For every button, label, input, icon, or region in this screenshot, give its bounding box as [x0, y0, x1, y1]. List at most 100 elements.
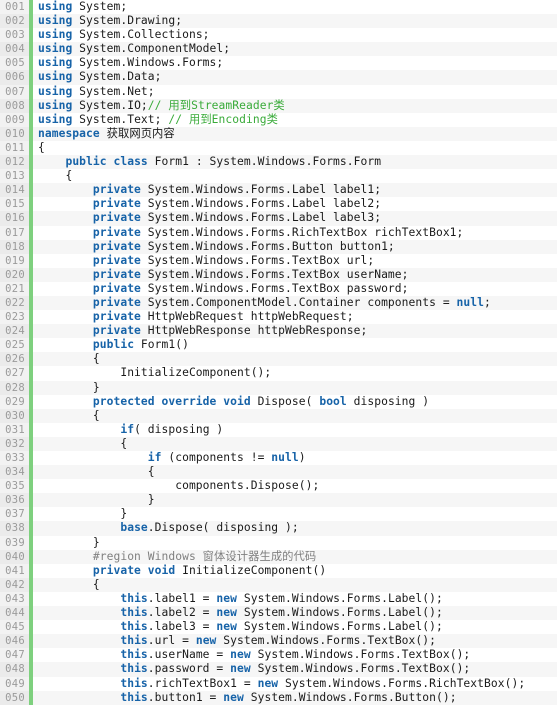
code-text[interactable]: {	[38, 465, 557, 479]
code-text[interactable]: private System.Windows.Forms.TextBox use…	[38, 268, 557, 282]
code-text[interactable]: private System.Windows.Forms.Label label…	[38, 183, 557, 197]
code-line[interactable]: 005 using System.Windows.Forms;	[0, 56, 557, 71]
code-line[interactable]: 048 this.password = new System.Windows.F…	[0, 662, 557, 677]
code-line[interactable]: 035 components.Dispose();	[0, 479, 557, 494]
code-text[interactable]: private HttpWebRequest httpWebRequest;	[38, 310, 557, 324]
code-text[interactable]: }	[38, 381, 557, 395]
code-text[interactable]: {	[38, 141, 557, 155]
code-text[interactable]: this.label2 = new System.Windows.Forms.L…	[38, 606, 557, 620]
code-text[interactable]: }	[38, 536, 557, 550]
code-text[interactable]: InitializeComponent();	[38, 366, 557, 380]
code-text[interactable]: private HttpWebResponse httpWebResponse;	[38, 324, 557, 338]
code-line[interactable]: 039 }	[0, 535, 557, 550]
code-text[interactable]: private System.Windows.Forms.RichTextBox…	[38, 226, 557, 240]
code-line[interactable]: 002 using System.Drawing;	[0, 14, 557, 29]
code-line[interactable]: 003 using System.Collections;	[0, 28, 557, 43]
code-text[interactable]: using System.Collections;	[38, 28, 557, 42]
code-line[interactable]: 012 public class Form1 : System.Windows.…	[0, 155, 557, 170]
code-line[interactable]: 046 this.url = new System.Windows.Forms.…	[0, 634, 557, 649]
code-text[interactable]: private System.Windows.Forms.TextBox pas…	[38, 282, 557, 296]
code-line[interactable]: 018 private System.Windows.Forms.Button …	[0, 239, 557, 254]
code-text[interactable]: namespace 获取网页内容	[38, 127, 557, 141]
code-viewer[interactable]: 001 using System; 002 using System.Drawing;…	[0, 0, 557, 705]
code-line[interactable]: 025 public Form1()	[0, 338, 557, 353]
code-text[interactable]: using System.ComponentModel;	[38, 42, 557, 56]
code-line[interactable]: 037 }	[0, 507, 557, 522]
code-line[interactable]: 015 private System.Windows.Forms.Label l…	[0, 197, 557, 212]
code-text[interactable]: components.Dispose();	[38, 479, 557, 493]
code-text[interactable]: this.button1 = new System.Windows.Forms.…	[38, 691, 557, 705]
code-text[interactable]: this.password = new System.Windows.Forms…	[38, 662, 557, 676]
code-text[interactable]: {	[38, 409, 557, 423]
code-text[interactable]: this.label1 = new System.Windows.Forms.L…	[38, 592, 557, 606]
code-text[interactable]: this.url = new System.Windows.Forms.Text…	[38, 634, 557, 648]
code-line[interactable]: 009 using System.Text; // 用到Encoding类	[0, 112, 557, 127]
code-line[interactable]: 024 private HttpWebResponse httpWebRespo…	[0, 324, 557, 339]
code-line[interactable]: 028 }	[0, 380, 557, 395]
code-text[interactable]: private System.Windows.Forms.Button butt…	[38, 240, 557, 254]
code-line[interactable]: 038 base.Dispose( disposing );	[0, 521, 557, 536]
code-line[interactable]: 016 private System.Windows.Forms.Label l…	[0, 211, 557, 226]
code-text[interactable]: public class Form1 : System.Windows.Form…	[38, 155, 557, 169]
code-text[interactable]: using System.Windows.Forms;	[38, 56, 557, 70]
code-line[interactable]: 044 this.label2 = new System.Windows.For…	[0, 606, 557, 621]
code-text[interactable]: using System.Data;	[38, 70, 557, 84]
code-line[interactable]: 004 using System.ComponentModel;	[0, 42, 557, 57]
code-text[interactable]: private System.Windows.Forms.Label label…	[38, 211, 557, 225]
code-line[interactable]: 041 private void InitializeComponent()	[0, 563, 557, 578]
code-line[interactable]: 011 {	[0, 140, 557, 156]
code-text[interactable]: private System.Windows.Forms.TextBox url…	[38, 254, 557, 268]
code-text[interactable]: this.richTextBox1 = new System.Windows.F…	[38, 677, 557, 691]
code-line[interactable]: 050 this.button1 = new System.Windows.Fo…	[0, 690, 557, 705]
code-text[interactable]: using System.Drawing;	[38, 14, 557, 28]
code-line[interactable]: 049 this.richTextBox1 = new System.Windo…	[0, 676, 557, 691]
code-text[interactable]: if( disposing )	[38, 423, 557, 437]
code-text[interactable]: public Form1()	[38, 338, 557, 352]
code-text[interactable]: using System.IO;// 用到StreamReader类	[38, 99, 557, 113]
code-line[interactable]: 027 InitializeComponent();	[0, 366, 557, 381]
code-line[interactable]: 022 private System.ComponentModel.Contai…	[0, 295, 557, 311]
code-line[interactable]: 033 if (components != null)	[0, 451, 557, 466]
code-line[interactable]: 034 {	[0, 465, 557, 480]
code-line[interactable]: 036 }	[0, 493, 557, 508]
code-text[interactable]: }	[38, 493, 557, 507]
code-text[interactable]: using System.Text; // 用到Encoding类	[38, 113, 557, 127]
code-text[interactable]: private System.ComponentModel.Container …	[38, 296, 557, 310]
code-line[interactable]: 042 {	[0, 577, 557, 592]
code-text[interactable]: this.userName = new System.Windows.Forms…	[38, 648, 557, 662]
code-text[interactable]: private void InitializeComponent()	[38, 564, 557, 578]
code-text[interactable]: {	[38, 169, 557, 183]
code-line[interactable]: 020 private System.Windows.Forms.TextBox…	[0, 267, 557, 282]
code-text[interactable]: }	[38, 507, 557, 521]
code-line[interactable]: 031 if( disposing )	[0, 422, 557, 437]
code-line[interactable]: 023 private HttpWebRequest httpWebReques…	[0, 310, 557, 325]
code-line[interactable]: 008 using System.IO;// 用到StreamReader类	[0, 98, 557, 113]
code-line[interactable]: 032 {	[0, 436, 557, 451]
code-line[interactable]: 017 private System.Windows.Forms.RichTex…	[0, 225, 557, 240]
code-text[interactable]: {	[38, 578, 557, 592]
code-line[interactable]: 040 #region Windows 窗体设计器生成的代码	[0, 549, 557, 564]
code-text[interactable]: {	[38, 437, 557, 451]
code-text[interactable]: this.label3 = new System.Windows.Forms.L…	[38, 620, 557, 634]
code-line[interactable]: 014 private System.Windows.Forms.Label l…	[0, 183, 557, 198]
code-line[interactable]: 007 using System.Net;	[0, 84, 557, 99]
code-line[interactable]: 030 {	[0, 408, 557, 423]
code-line[interactable]: 029 protected override void Dispose( boo…	[0, 394, 557, 409]
code-text[interactable]: base.Dispose( disposing );	[38, 521, 557, 535]
code-text[interactable]: protected override void Dispose( bool di…	[38, 395, 557, 409]
code-line[interactable]: 021 private System.Windows.Forms.TextBox…	[0, 281, 557, 296]
code-text[interactable]: if (components != null)	[38, 451, 557, 465]
code-line[interactable]: 026 {	[0, 352, 557, 367]
code-line[interactable]: 045 this.label3 = new System.Windows.For…	[0, 620, 557, 635]
code-text[interactable]: using System;	[38, 0, 557, 14]
code-text[interactable]: private System.Windows.Forms.Label label…	[38, 197, 557, 211]
code-text[interactable]: {	[38, 352, 557, 366]
code-line[interactable]: 019 private System.Windows.Forms.TextBox…	[0, 253, 557, 268]
code-line[interactable]: 001 using System;	[0, 0, 557, 15]
code-line[interactable]: 006 using System.Data;	[0, 70, 557, 85]
code-line[interactable]: 047 this.userName = new System.Windows.F…	[0, 648, 557, 663]
code-line[interactable]: 010 namespace 获取网页内容	[0, 126, 557, 141]
code-text[interactable]: using System.Net;	[38, 85, 557, 99]
code-text[interactable]: #region Windows 窗体设计器生成的代码	[38, 550, 557, 564]
code-line[interactable]: 013 {	[0, 169, 557, 184]
